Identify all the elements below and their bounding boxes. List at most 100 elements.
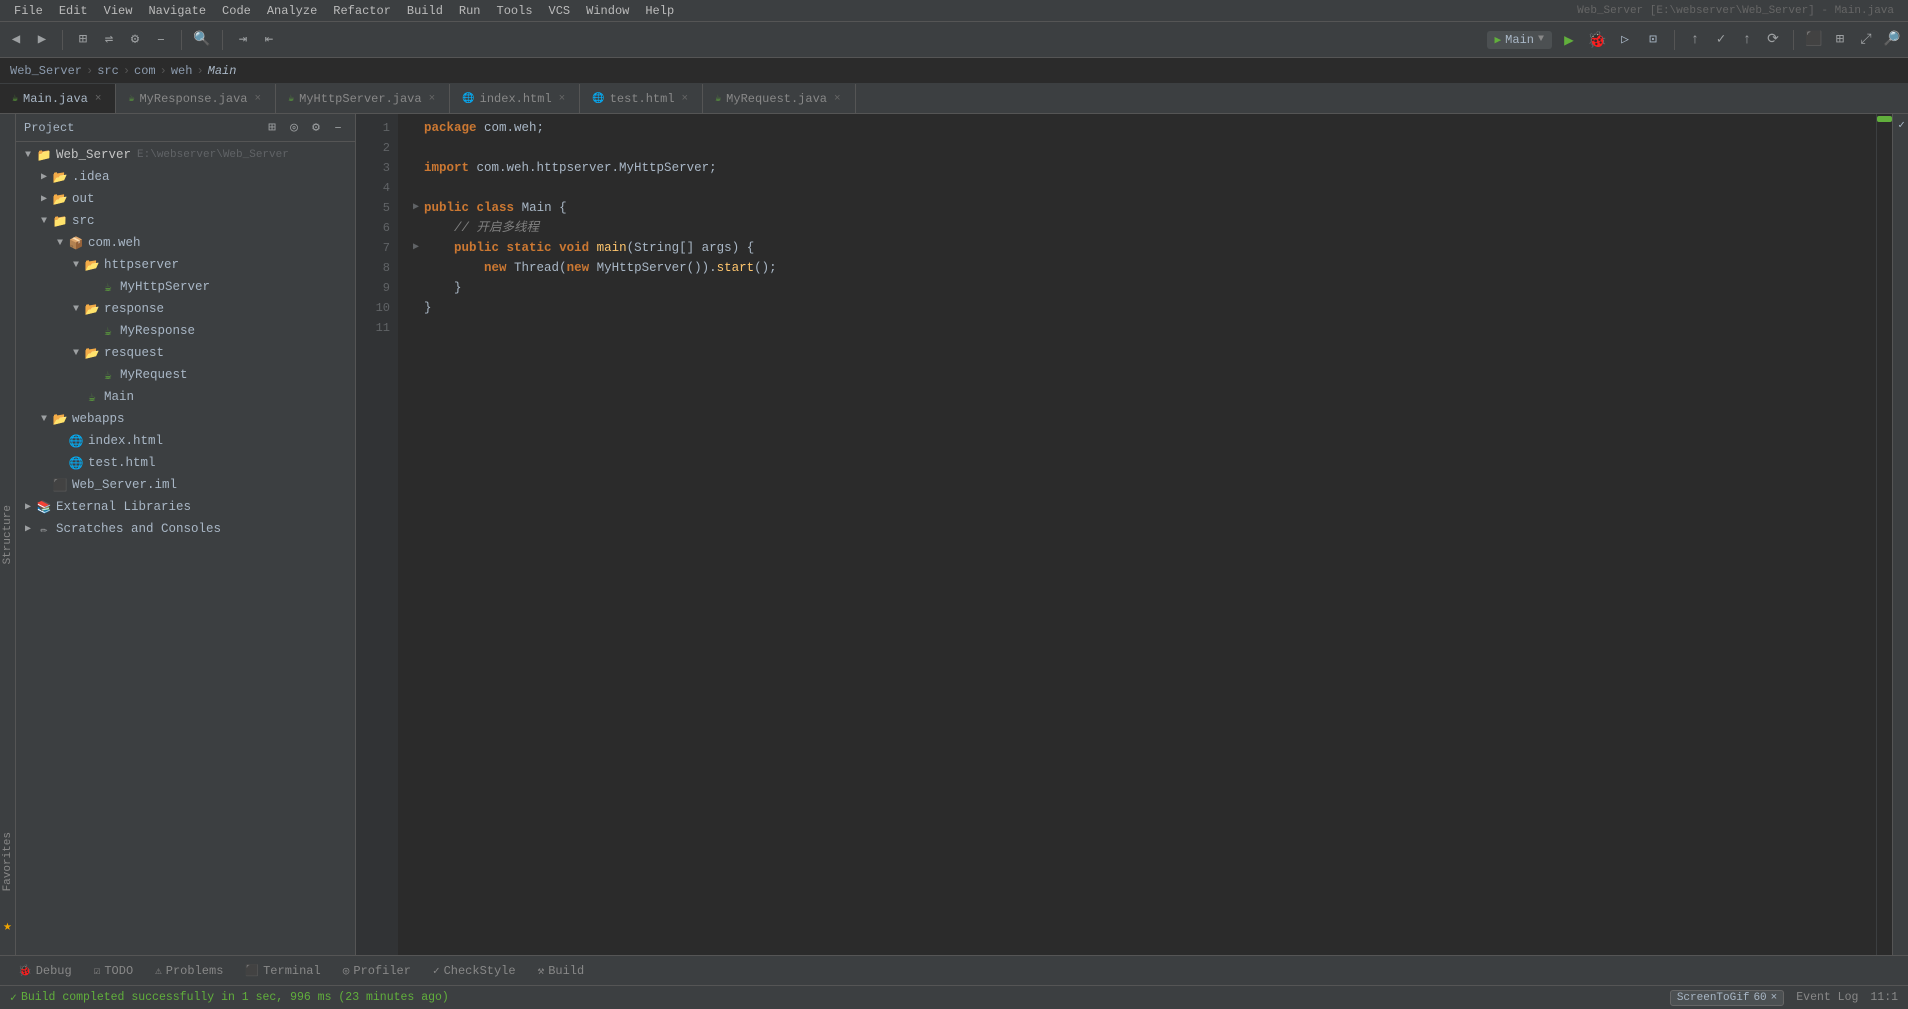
bottom-tab-build[interactable]: ⚒ Build [528, 961, 595, 981]
breadcrumb-com[interactable]: com [134, 64, 156, 78]
bottom-tab-terminal[interactable]: ⬛ Terminal [235, 961, 330, 981]
maximize-icon[interactable]: ⤢ [1856, 30, 1876, 50]
bottom-tab-problems[interactable]: ⚠ Problems [145, 961, 233, 981]
response-arrow[interactable]: ▼ [68, 304, 84, 315]
tree-external-libraries[interactable]: ▶ 📚 External Libraries [16, 496, 355, 518]
breadcrumb-weh[interactable]: weh [171, 64, 193, 78]
breadcrumb-main[interactable]: Main [208, 64, 237, 78]
breadcrumb-webserver[interactable]: Web_Server [10, 64, 82, 78]
panel-settings-btn[interactable]: ⚙ [307, 119, 325, 137]
run-button[interactable]: ▶ [1558, 29, 1580, 51]
tree-httpserver[interactable]: ▼ 📂 httpserver [16, 254, 355, 276]
code-area[interactable]: package com.weh; import com.weh.httpserv… [398, 114, 1876, 955]
menu-edit[interactable]: Edit [53, 2, 94, 20]
layout-icon[interactable]: ⊞ [1830, 30, 1850, 50]
webapps-arrow[interactable]: ▼ [36, 414, 52, 425]
right-panel-btn[interactable]: ✓ [1894, 118, 1907, 131]
menu-run[interactable]: Run [453, 2, 487, 20]
tree-main[interactable]: ▶ ☕ Main [16, 386, 355, 408]
event-log[interactable]: Event Log [1796, 991, 1858, 1004]
tree-myrequest[interactable]: ▶ ☕ MyRequest [16, 364, 355, 386]
star-icon[interactable]: ★ [3, 918, 11, 935]
scratches-arrow[interactable]: ▶ [20, 523, 36, 535]
src-arrow[interactable]: ▼ [36, 216, 52, 227]
menu-refactor[interactable]: Refactor [327, 2, 397, 20]
indent-icon[interactable]: ⇥ [233, 30, 253, 50]
menu-build[interactable]: Build [401, 2, 449, 20]
search-everywhere-icon[interactable]: 🔍 [192, 30, 212, 50]
fold-arrow-7[interactable]: ▶ [408, 238, 424, 258]
screentogif-close[interactable]: × [1771, 992, 1778, 1004]
forward-icon[interactable]: ▶ [32, 30, 52, 50]
run-configuration[interactable]: ▶ Main ▼ [1487, 31, 1552, 49]
tab-close-myhttpserver[interactable]: × [427, 92, 438, 106]
tree-out[interactable]: ▶ 📂 out [16, 188, 355, 210]
tab-myrequest-java[interactable]: ☕ MyRequest.java × [703, 84, 855, 113]
out-arrow[interactable]: ▶ [36, 193, 52, 205]
resquest-arrow[interactable]: ▼ [68, 348, 84, 359]
tree-response[interactable]: ▼ 📂 response [16, 298, 355, 320]
coverage-button[interactable]: ▷ [1614, 29, 1636, 51]
terminal-icon[interactable]: ⬛ [1804, 30, 1824, 50]
ext-lib-arrow[interactable]: ▶ [20, 501, 36, 513]
breadcrumb-src[interactable]: src [97, 64, 119, 78]
tab-index-html[interactable]: 🌐 index.html × [450, 84, 580, 113]
tree-myhttpserver[interactable]: ▶ ☕ MyHttpServer [16, 276, 355, 298]
tab-close-index-html[interactable]: × [557, 92, 568, 106]
menu-analyze[interactable]: Analyze [261, 2, 323, 20]
panel-close-btn[interactable]: – [329, 119, 347, 137]
tab-test-html[interactable]: 🌐 test.html × [580, 84, 703, 113]
vcs-push-icon[interactable]: ↑ [1737, 30, 1757, 50]
tab-myresponse-java[interactable]: ☕ MyResponse.java × [116, 84, 276, 113]
tab-myhttpserver-java[interactable]: ☕ MyHttpServer.java × [276, 84, 450, 113]
tab-close-myresponse[interactable]: × [253, 92, 264, 106]
tree-root[interactable]: ▼ 📁 Web_Server E:\webserver\Web_Server [16, 144, 355, 166]
bottom-tab-checkstyle[interactable]: ✓ CheckStyle [423, 961, 526, 981]
tree-test-html[interactable]: ▶ 🌐 test.html [16, 452, 355, 474]
bottom-tab-debug[interactable]: 🐞 Debug [8, 961, 82, 981]
run-config-dropdown[interactable]: ▼ [1538, 34, 1544, 45]
tree-com-weh[interactable]: ▼ 📦 com.weh [16, 232, 355, 254]
bottom-tab-todo[interactable]: ☑ TODO [84, 961, 143, 981]
tree-src[interactable]: ▼ 📁 src [16, 210, 355, 232]
menu-view[interactable]: View [98, 2, 139, 20]
tab-main-java[interactable]: ☕ Main.java × [0, 84, 116, 113]
tree-resquest[interactable]: ▼ 📂 resquest [16, 342, 355, 364]
settings-icon[interactable]: ⚙ [125, 30, 145, 50]
root-arrow[interactable]: ▼ [20, 150, 36, 161]
favorites-tab[interactable]: Favorites [2, 828, 14, 895]
menu-tools[interactable]: Tools [491, 2, 539, 20]
tree-webserver-iml[interactable]: ▶ ⬛ Web_Server.iml [16, 474, 355, 496]
tree-idea[interactable]: ▶ 📂 .idea [16, 166, 355, 188]
fold-arrow-5[interactable]: ▶ [408, 198, 424, 218]
menu-vcs[interactable]: VCS [543, 2, 577, 20]
profile-button[interactable]: ⊡ [1642, 29, 1664, 51]
tree-scratches[interactable]: ▶ ✏ Scratches and Consoles [16, 518, 355, 540]
recent-files-icon[interactable]: ⊞ [73, 30, 93, 50]
back-icon[interactable]: ◀ [6, 30, 26, 50]
tab-close-main-java[interactable]: × [93, 92, 104, 106]
tab-close-myrequest[interactable]: × [832, 92, 843, 106]
panel-locate-btn[interactable]: ◎ [285, 119, 303, 137]
menu-window[interactable]: Window [580, 2, 635, 20]
tree-webapps[interactable]: ▼ 📂 webapps [16, 408, 355, 430]
minus-icon[interactable]: – [151, 30, 171, 50]
debug-button[interactable]: 🐞 [1586, 29, 1608, 51]
search-icon[interactable]: 🔎 [1882, 30, 1902, 50]
structure-tab[interactable]: Structure [2, 501, 14, 568]
screentogif-badge[interactable]: ScreenToGif 60 × [1670, 990, 1784, 1006]
menu-code[interactable]: Code [216, 2, 257, 20]
menu-file[interactable]: File [8, 2, 49, 20]
idea-arrow[interactable]: ▶ [36, 171, 52, 183]
tab-close-test-html[interactable]: × [680, 92, 691, 106]
com-weh-arrow[interactable]: ▼ [52, 238, 68, 249]
outdent-icon[interactable]: ⇤ [259, 30, 279, 50]
menu-help[interactable]: Help [639, 2, 680, 20]
vcs-history-icon[interactable]: ⟳ [1763, 30, 1783, 50]
httpserver-arrow[interactable]: ▼ [68, 260, 84, 271]
vcs-update-icon[interactable]: ↑ [1685, 30, 1705, 50]
menu-navigate[interactable]: Navigate [142, 2, 212, 20]
tree-index-html[interactable]: ▶ 🌐 index.html [16, 430, 355, 452]
sync-icon[interactable]: ⇌ [99, 30, 119, 50]
bottom-tab-profiler[interactable]: ◎ Profiler [333, 961, 421, 981]
